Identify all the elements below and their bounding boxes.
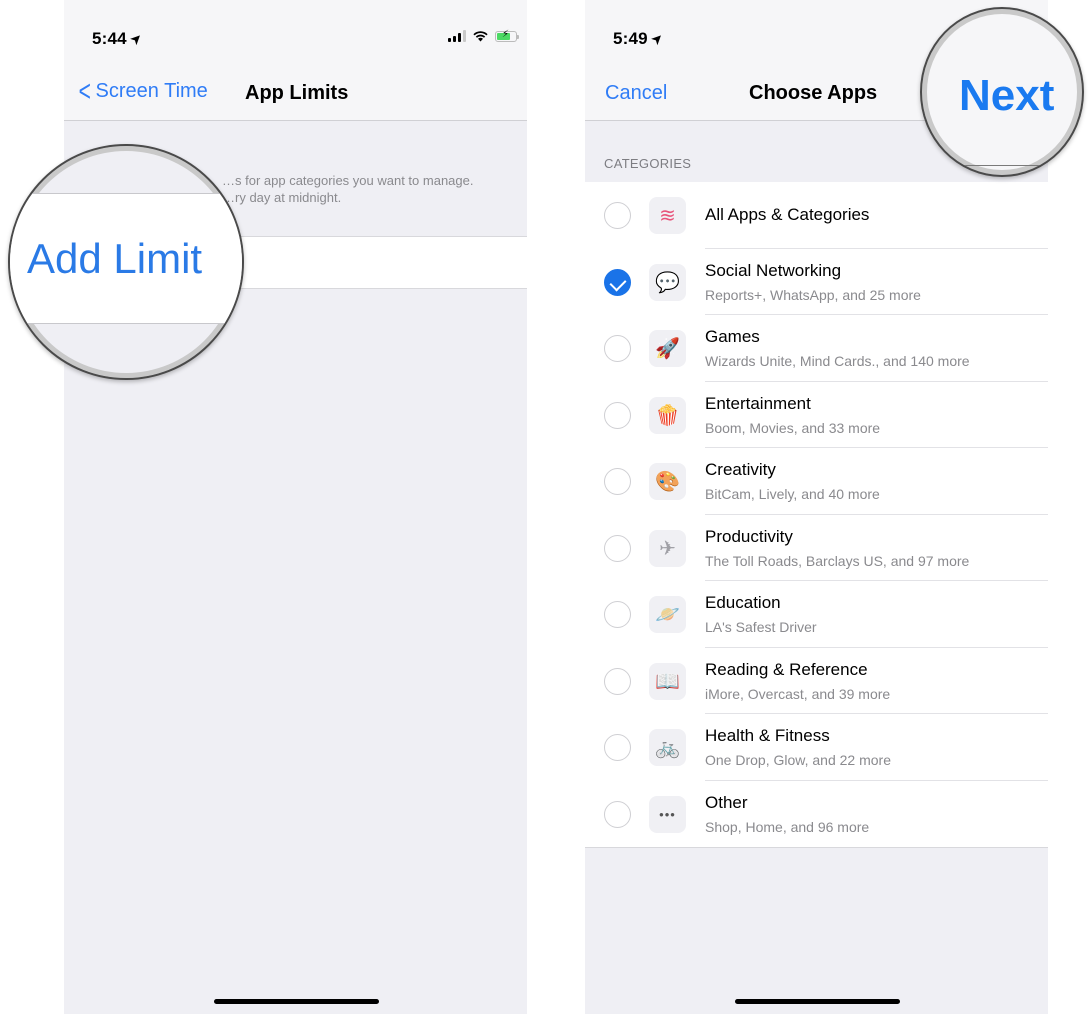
status-time: 5:49➤ xyxy=(613,28,667,49)
checkbox-unchecked-icon[interactable] xyxy=(604,601,631,628)
category-subtitle: Reports+, WhatsApp, and 25 more xyxy=(705,286,921,303)
category-subtitle: The Toll Roads, Barclays US, and 97 more xyxy=(705,552,970,569)
home-indicator[interactable] xyxy=(734,999,900,1004)
magnified-divider xyxy=(922,165,1082,166)
checkbox-checked-icon[interactable] xyxy=(604,268,631,296)
category-title: Health & Fitness xyxy=(705,726,830,745)
popcorn-icon: 🍿 xyxy=(649,396,686,434)
home-indicator[interactable] xyxy=(213,999,379,1004)
category-row[interactable]: 🍿 Entertainment Boom, Movies, and 33 more xyxy=(585,382,1048,448)
checkbox-unchecked-icon[interactable] xyxy=(604,667,631,695)
category-title: Other xyxy=(705,792,748,812)
magnifier-next: Next xyxy=(920,7,1084,177)
rocket-icon: 🚀 xyxy=(649,330,686,367)
category-list: ≋ All Apps & Categories 💬 Social Networking… xyxy=(585,182,1048,848)
book-icon: 📖 xyxy=(649,662,686,700)
category-title: Games xyxy=(705,327,760,346)
planet-icon: 🪐 xyxy=(649,596,686,633)
palette-icon: 🎨 xyxy=(649,463,686,500)
category-subtitle: Shop, Home, and 96 more xyxy=(705,818,870,835)
category-title: Creativity xyxy=(705,460,776,479)
next-button[interactable]: Next xyxy=(959,71,1054,121)
checkbox-unchecked-icon[interactable] xyxy=(604,202,631,229)
checkbox-unchecked-icon[interactable] xyxy=(604,800,631,828)
back-button[interactable]: < Screen Time xyxy=(76,74,208,108)
category-row[interactable]: 💬 Social Networking Reports+, WhatsApp, an… xyxy=(585,249,1048,315)
status-icons: ⚡ xyxy=(448,29,519,42)
back-label: Screen Time xyxy=(95,80,208,102)
paper-plane-icon: ✈ xyxy=(649,529,686,567)
category-subtitle: BitCam, Lively, and 40 more xyxy=(705,486,880,502)
category-title: Education xyxy=(705,593,781,612)
checkbox-unchecked-icon[interactable] xyxy=(604,468,631,495)
category-subtitle: Boom, Movies, and 33 more xyxy=(705,419,881,436)
category-title: Social Networking xyxy=(705,260,842,280)
bicycle-icon: 🚲 xyxy=(649,729,686,766)
category-title: Entertainment xyxy=(705,393,811,413)
time-text: 5:44 xyxy=(92,29,127,48)
wifi-icon xyxy=(473,31,488,42)
add-limit-button[interactable]: Add Limit xyxy=(27,235,202,283)
checkbox-unchecked-icon[interactable] xyxy=(604,534,631,562)
checkbox-unchecked-icon[interactable] xyxy=(604,335,631,362)
cellular-signal-icon xyxy=(448,30,466,42)
page-title: Choose Apps xyxy=(749,82,878,104)
page-title: App Limits xyxy=(245,82,349,104)
location-arrow-icon: ➤ xyxy=(646,28,667,49)
stack-icon: ≋ xyxy=(649,197,686,234)
category-subtitle: Wizards Unite, Mind Cards., and 140 more xyxy=(705,353,970,369)
status-time: 5:44➤ xyxy=(92,28,146,49)
checkbox-unchecked-icon[interactable] xyxy=(604,401,631,429)
checkbox-unchecked-icon[interactable] xyxy=(604,734,631,761)
category-row[interactable]: ✈ Productivity The Toll Roads, Barclays US… xyxy=(585,515,1048,581)
chat-bubbles-icon: 💬 xyxy=(649,263,686,301)
navigation-bar: < Screen Time App Limits xyxy=(64,64,527,121)
category-row[interactable]: 🚲 Health & Fitness One Drop, Glow, and 22 … xyxy=(585,714,1048,781)
category-row[interactable]: 🪐 Education LA's Safest Driver xyxy=(585,581,1048,648)
category-row[interactable]: 🎨 Creativity BitCam, Lively, and 40 more xyxy=(585,448,1048,515)
status-bar: 5:44➤ ⚡ xyxy=(64,0,527,64)
category-title: Reading & Reference xyxy=(705,659,868,679)
battery-charging-icon: ⚡ xyxy=(495,29,519,42)
category-subtitle: iMore, Overcast, and 39 more xyxy=(705,685,891,702)
location-arrow-icon: ➤ xyxy=(125,28,146,49)
category-row[interactable]: ≋ All Apps & Categories xyxy=(585,182,1048,249)
chevron-left-icon: < xyxy=(78,74,91,108)
magnifier-add-limit: Add Limit xyxy=(8,144,244,380)
cancel-button[interactable]: Cancel xyxy=(605,82,667,105)
category-subtitle: LA's Safest Driver xyxy=(705,619,817,635)
more-dots-icon: ••• xyxy=(649,795,686,833)
category-title: All Apps & Categories xyxy=(705,205,870,224)
section-header-label: CATEGORIES xyxy=(604,156,692,171)
category-row[interactable]: 🚀 Games Wizards Unite, Mind Cards., and 14… xyxy=(585,315,1048,382)
category-subtitle: One Drop, Glow, and 22 more xyxy=(705,752,891,768)
time-text: 5:49 xyxy=(613,29,648,48)
category-title: Productivity xyxy=(705,526,793,546)
category-row[interactable]: 📖 Reading & Reference iMore, Overcast, and… xyxy=(585,648,1048,714)
category-row[interactable]: ••• Other Shop, Home, and 96 more xyxy=(585,781,1048,848)
